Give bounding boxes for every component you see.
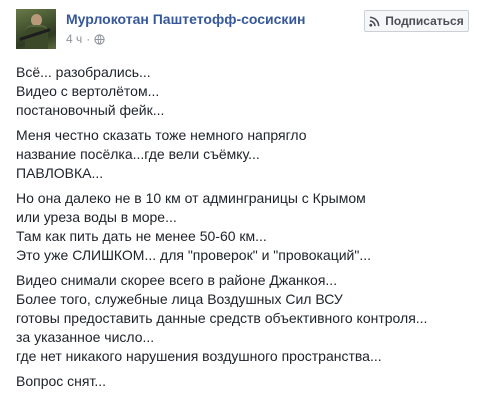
post-text-line: где нет никакого нарушения воздушного пр… bbox=[16, 348, 382, 364]
meta-separator: · bbox=[86, 32, 91, 46]
post-text-line: или уреза воды в море... bbox=[16, 209, 177, 225]
post-meta: 4 ч · bbox=[66, 32, 105, 46]
post-text-line: постановочный фейк... bbox=[16, 102, 165, 118]
facebook-post: Мурлокотан Паштетофф-сосискин 4 ч · Подп… bbox=[0, 0, 503, 402]
post-text-line: готовы предоставить данные средств объек… bbox=[16, 310, 428, 326]
post-body: Всё... разобрались... Видео с вертолётом… bbox=[16, 63, 496, 397]
post-timestamp[interactable]: 4 ч bbox=[66, 32, 82, 46]
post-text-line: Там как пить дать не менее 50-60 км... bbox=[16, 228, 267, 244]
post-text-line: Это уже СЛИШКОМ... для "проверок" и "про… bbox=[16, 247, 371, 263]
globe-icon[interactable] bbox=[94, 33, 105, 45]
post-text-line: за указанное число... bbox=[16, 329, 155, 345]
author-name-link[interactable]: Мурлокотан Паштетофф-сосискин bbox=[66, 11, 306, 27]
post-text-line: название посёлка...где вели съёмку... bbox=[16, 146, 260, 162]
post-paragraph: Но она далеко не в 10 км от админграницы… bbox=[16, 189, 496, 265]
post-text-line: Всё... разобрались... bbox=[16, 64, 151, 80]
rss-icon bbox=[369, 16, 380, 27]
subscribe-button[interactable]: Подписаться bbox=[364, 10, 469, 32]
post-text-line: Видео снимали скорее всего в районе Джан… bbox=[16, 272, 338, 288]
post-text-line: Но она далеко не в 10 км от админграницы… bbox=[16, 190, 366, 206]
post-paragraph: Всё... разобрались... Видео с вертолётом… bbox=[16, 63, 496, 120]
post-text-line: Вопрос снят... bbox=[16, 373, 107, 389]
post-paragraph: Видео снимали скорее всего в районе Джан… bbox=[16, 271, 496, 366]
subscribe-label: Подписаться bbox=[385, 14, 464, 28]
post-paragraph: Вопрос снят... bbox=[16, 372, 496, 391]
post-text-line: Более того, служебные лица Воздушных Сил… bbox=[16, 291, 343, 307]
post-paragraph: Меня честно сказать тоже немного напрягл… bbox=[16, 126, 496, 183]
post-text-line: Меня честно сказать тоже немного напрягл… bbox=[16, 127, 307, 143]
author-avatar[interactable] bbox=[16, 9, 56, 49]
post-text-line: Видео с вертолётом... bbox=[16, 83, 160, 99]
post-text-line: ПАВЛОВКА... bbox=[16, 165, 104, 181]
